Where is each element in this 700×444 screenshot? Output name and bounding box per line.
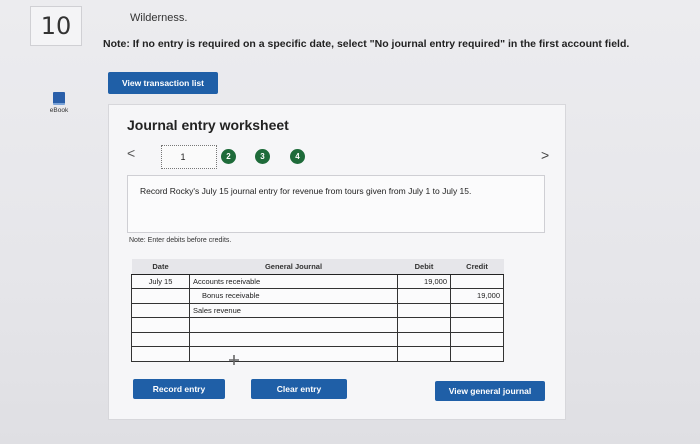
step-1-tab[interactable]: 1 (161, 145, 217, 169)
date-cell[interactable]: July 15 (131, 273, 190, 289)
question-title: Wilderness. (130, 12, 188, 24)
date-header: Date (131, 259, 190, 275)
next-step-button[interactable]: > (541, 147, 549, 163)
credit-cell[interactable] (450, 331, 504, 347)
credit-cell[interactable] (450, 346, 504, 362)
account-cell[interactable] (189, 331, 398, 347)
debit-credit-note: Note: Enter debits before credits. (129, 237, 232, 244)
plus-icon[interactable] (227, 354, 241, 368)
question-number: 10 (30, 6, 82, 46)
previous-step-button[interactable]: < (127, 145, 135, 161)
credit-cell[interactable] (450, 317, 504, 333)
step-4-tab[interactable]: 4 (290, 149, 305, 164)
date-cell[interactable] (131, 288, 190, 304)
ebook-link[interactable]: eBook (44, 92, 74, 114)
debit-header: Debit (397, 259, 451, 275)
date-cell[interactable] (131, 302, 190, 318)
debit-cell[interactable] (397, 317, 451, 333)
book-icon (53, 92, 65, 105)
account-cell[interactable]: Accounts receivable (189, 273, 398, 289)
debit-cell[interactable] (397, 302, 451, 318)
table-row: July 15 Accounts receivable 19,000 (131, 273, 504, 289)
table-row (131, 331, 504, 347)
clear-entry-button[interactable]: Clear entry (251, 379, 347, 399)
credit-cell[interactable]: 19,000 (450, 288, 504, 304)
account-cell[interactable]: Sales revenue (189, 302, 398, 318)
debit-cell[interactable] (397, 288, 451, 304)
table-row: Bonus receivable 19,000 (131, 288, 504, 304)
credit-cell[interactable] (450, 273, 504, 289)
record-entry-button[interactable]: Record entry (133, 379, 225, 399)
date-cell[interactable] (131, 331, 190, 347)
account-cell[interactable] (189, 317, 398, 333)
instruction-text: Record Rocky's July 15 journal entry for… (140, 186, 472, 196)
step-3-tab[interactable]: 3 (255, 149, 270, 164)
view-transaction-list-button[interactable]: View transaction list (108, 72, 218, 94)
journal-entry-worksheet: Journal entry worksheet < 1 2 3 4 > Reco… (108, 104, 566, 420)
general-journal-table: Date General Journal Debit Credit July 1… (131, 259, 504, 362)
credit-header: Credit (450, 259, 504, 275)
account-header: General Journal (189, 259, 398, 275)
instruction-box: Record Rocky's July 15 journal entry for… (127, 175, 545, 233)
debit-cell[interactable] (397, 346, 451, 362)
question-note: Note: If no entry is required on a speci… (103, 38, 630, 50)
debit-cell[interactable]: 19,000 (397, 273, 451, 289)
worksheet-title: Journal entry worksheet (127, 117, 289, 133)
table-row (131, 317, 504, 333)
account-cell[interactable] (189, 346, 398, 362)
date-cell[interactable] (131, 317, 190, 333)
debit-cell[interactable] (397, 331, 451, 347)
view-general-journal-button[interactable]: View general journal (435, 381, 545, 401)
table-row (131, 346, 504, 362)
step-1-label: 1 (180, 152, 186, 162)
table-row: Sales revenue (131, 302, 504, 318)
step-2-tab[interactable]: 2 (221, 149, 236, 164)
credit-cell[interactable] (450, 302, 504, 318)
account-cell[interactable]: Bonus receivable (189, 288, 398, 304)
ebook-label: eBook (49, 107, 69, 114)
date-cell[interactable] (131, 346, 190, 362)
